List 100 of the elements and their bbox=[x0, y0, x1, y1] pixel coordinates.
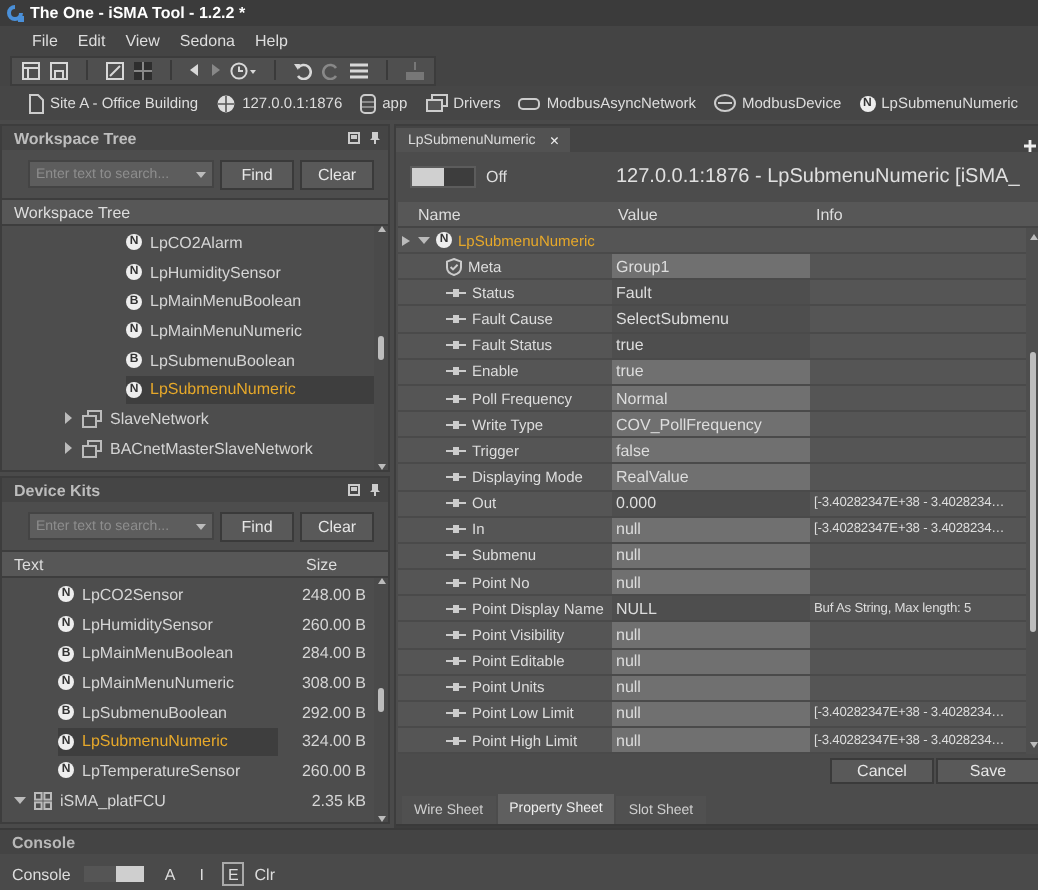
slot-icon bbox=[446, 550, 466, 561]
slot-icon bbox=[446, 393, 466, 404]
size-cell-text: 260.00 B bbox=[299, 615, 368, 634]
scrollbar[interactable] bbox=[374, 226, 388, 470]
window-icon[interactable] bbox=[22, 61, 40, 79]
property-value[interactable]: null bbox=[612, 675, 810, 700]
slot-icon bbox=[446, 287, 466, 298]
search-button[interactable]: Find bbox=[220, 512, 294, 542]
toggle-switch[interactable] bbox=[82, 864, 147, 884]
save-icon[interactable] bbox=[50, 61, 68, 79]
tree-item[interactable]: BACnetMasterSlaveNetwork bbox=[82, 434, 374, 463]
slot-icon bbox=[446, 498, 466, 509]
search-button[interactable]: Find bbox=[220, 160, 294, 190]
network-icon bbox=[518, 97, 541, 109]
console-label: Console bbox=[12, 865, 71, 883]
property-value[interactable]: RealValue bbox=[612, 464, 810, 490]
slot-icon bbox=[446, 656, 466, 667]
slot-icon bbox=[446, 682, 466, 693]
property-value: NULL bbox=[612, 596, 810, 621]
panel-title: Device Kits bbox=[14, 481, 103, 499]
slot-icon bbox=[446, 314, 466, 325]
menu-item[interactable]: Sedona bbox=[169, 31, 245, 49]
size-cell-text: 248.00 B bbox=[299, 585, 368, 604]
column-header: Workspace Tree bbox=[2, 198, 388, 226]
database-icon bbox=[360, 93, 377, 113]
property-value: 0.000 bbox=[612, 491, 810, 516]
scrollbar[interactable] bbox=[374, 578, 388, 822]
filter-button[interactable]: I bbox=[193, 862, 210, 886]
caret-icon[interactable] bbox=[62, 442, 74, 455]
search-button[interactable]: Clear bbox=[300, 160, 374, 190]
action-button[interactable]: Cancel bbox=[830, 758, 934, 784]
property-value[interactable]: Group1 bbox=[612, 254, 810, 279]
action-button[interactable]: Save bbox=[936, 758, 1038, 784]
search-button[interactable]: Clear bbox=[300, 512, 374, 542]
globe-icon bbox=[216, 93, 237, 113]
restore-icon[interactable] bbox=[348, 484, 360, 496]
scroll-down-icon[interactable] bbox=[1029, 742, 1037, 748]
size-cell-text: 284.00 B bbox=[299, 644, 368, 663]
filter-button[interactable]: A bbox=[158, 862, 182, 886]
property-value: SelectSubmenu bbox=[612, 306, 810, 332]
row-arrow-icon[interactable] bbox=[401, 235, 409, 246]
slot-icon bbox=[446, 524, 466, 535]
size-cell-text: 308.00 B bbox=[299, 673, 368, 692]
scroll-down-icon[interactable] bbox=[377, 464, 385, 470]
back-icon[interactable] bbox=[190, 64, 200, 76]
property-value[interactable]: true bbox=[612, 359, 810, 384]
window-title: The One - iSMA Tool - 1.2.2 * bbox=[30, 4, 246, 22]
tree-item[interactable]: iSMA_platFCU bbox=[34, 786, 278, 815]
menu-item[interactable]: Help bbox=[244, 31, 298, 49]
folders-icon bbox=[425, 94, 448, 112]
property-value[interactable]: null bbox=[612, 727, 810, 753]
property-value[interactable]: null bbox=[612, 701, 810, 726]
tree-item[interactable]: SlaveNetwork bbox=[82, 404, 374, 433]
property-value[interactable]: COV_PollFrequency bbox=[612, 412, 810, 437]
filter-button[interactable]: E bbox=[221, 862, 245, 886]
clock-icon[interactable] bbox=[230, 61, 256, 79]
size-cell-text: 292.00 B bbox=[299, 703, 368, 722]
caret-icon[interactable] bbox=[62, 412, 74, 425]
menu-item[interactable]: File bbox=[22, 31, 68, 49]
column-header: Info bbox=[814, 205, 845, 223]
undo-icon[interactable] bbox=[294, 61, 312, 79]
toggle-switch[interactable] bbox=[410, 166, 476, 188]
grid-icon[interactable] bbox=[134, 61, 152, 79]
size-cell-text: 260.00 B bbox=[299, 761, 368, 780]
add-tab-icon[interactable] bbox=[1024, 140, 1036, 152]
toggle-label: Off bbox=[486, 168, 510, 186]
property-value[interactable]: false bbox=[612, 438, 810, 463]
slot-icon bbox=[446, 577, 466, 588]
pin-icon[interactable] bbox=[370, 132, 380, 144]
property-value[interactable]: Normal bbox=[612, 385, 810, 411]
property-value[interactable]: null bbox=[612, 649, 810, 674]
menu-item[interactable]: View bbox=[115, 31, 170, 49]
slot-icon bbox=[446, 471, 466, 482]
caret-icon[interactable] bbox=[418, 234, 430, 247]
scrollbar[interactable] bbox=[1026, 228, 1038, 754]
property-value[interactable]: null bbox=[612, 517, 810, 542]
panel-title: Console bbox=[12, 833, 76, 851]
property-value[interactable]: null bbox=[612, 622, 810, 647]
property-value[interactable]: null bbox=[612, 543, 810, 569]
size-cell-text: 324.00 B bbox=[299, 732, 368, 751]
edit-icon[interactable] bbox=[106, 61, 124, 79]
column-header: Text bbox=[12, 555, 46, 573]
menu-item[interactable]: Edit bbox=[67, 31, 116, 49]
list-icon[interactable] bbox=[350, 61, 368, 79]
property-value: true bbox=[612, 333, 810, 358]
clear-log-button[interactable]: Clr bbox=[248, 862, 281, 886]
caret-icon[interactable] bbox=[14, 794, 26, 807]
scroll-down-icon[interactable] bbox=[377, 816, 385, 822]
dropdown-icon[interactable] bbox=[196, 171, 206, 177]
dropdown-icon[interactable] bbox=[196, 523, 206, 529]
scroll-up-icon[interactable] bbox=[1029, 234, 1037, 240]
pin-icon[interactable] bbox=[370, 484, 380, 496]
size-cell-text: 2.35 kB bbox=[309, 791, 368, 810]
slot-icon bbox=[446, 629, 466, 640]
app-logo-icon bbox=[6, 4, 24, 22]
slot-icon bbox=[446, 735, 466, 746]
slot-icon bbox=[446, 340, 466, 351]
property-value[interactable]: null bbox=[612, 570, 810, 595]
restore-icon[interactable] bbox=[348, 132, 360, 144]
slot-icon bbox=[446, 419, 466, 430]
